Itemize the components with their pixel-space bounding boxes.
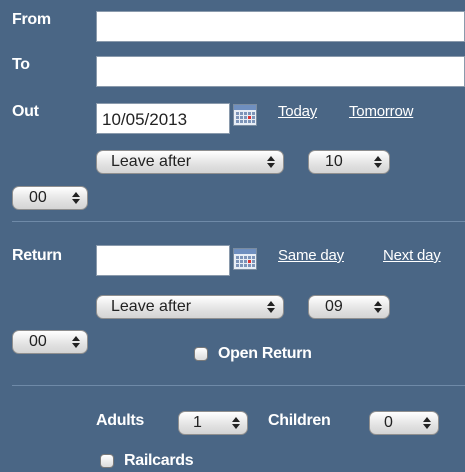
return-minute-select[interactable]: 00 bbox=[12, 330, 88, 354]
same-day-link[interactable]: Same day bbox=[278, 247, 344, 264]
up-down-arrows-icon bbox=[267, 301, 275, 313]
railcards-label: Railcards bbox=[124, 452, 194, 469]
out-minute-value: 00 bbox=[29, 189, 47, 206]
up-down-arrows-icon bbox=[232, 417, 240, 429]
from-input[interactable] bbox=[96, 11, 465, 42]
adults-select[interactable]: 1 bbox=[178, 411, 248, 435]
to-label: To bbox=[12, 56, 30, 73]
out-label: Out bbox=[12, 103, 39, 120]
out-minute-select[interactable]: 00 bbox=[12, 186, 88, 210]
to-input[interactable] bbox=[96, 56, 465, 87]
up-down-arrows-icon bbox=[374, 156, 382, 168]
next-day-link[interactable]: Next day bbox=[383, 247, 441, 264]
return-date-input[interactable] bbox=[96, 245, 230, 276]
out-time-mode-value: Leave after bbox=[111, 153, 192, 170]
up-down-arrows-icon bbox=[374, 301, 382, 313]
tomorrow-link[interactable]: Tomorrow bbox=[349, 103, 413, 120]
section-divider bbox=[12, 385, 465, 386]
return-time-mode-select[interactable]: Leave after bbox=[96, 295, 284, 319]
calendar-icon[interactable] bbox=[233, 104, 257, 126]
return-label: Return bbox=[12, 247, 62, 264]
railcards-checkbox[interactable] bbox=[100, 454, 114, 468]
from-label: From bbox=[12, 11, 51, 28]
up-down-arrows-icon bbox=[267, 156, 275, 168]
out-hour-select[interactable]: 10 bbox=[308, 150, 390, 174]
up-down-arrows-icon bbox=[72, 192, 80, 204]
adults-label: Adults bbox=[96, 412, 144, 429]
return-minute-value: 00 bbox=[29, 333, 47, 350]
adults-value: 1 bbox=[193, 414, 202, 431]
return-hour-value: 09 bbox=[325, 298, 343, 315]
open-return-label: Open Return bbox=[218, 345, 312, 362]
out-date-input[interactable] bbox=[96, 103, 230, 134]
today-link[interactable]: Today bbox=[278, 103, 317, 120]
return-hour-select[interactable]: 09 bbox=[308, 295, 390, 319]
children-select[interactable]: 0 bbox=[369, 411, 439, 435]
up-down-arrows-icon bbox=[72, 336, 80, 348]
section-divider bbox=[12, 221, 465, 222]
out-time-mode-select[interactable]: Leave after bbox=[96, 150, 284, 174]
children-label: Children bbox=[268, 412, 331, 429]
out-hour-value: 10 bbox=[325, 153, 343, 170]
children-value: 0 bbox=[384, 414, 393, 431]
return-time-mode-value: Leave after bbox=[111, 298, 192, 315]
up-down-arrows-icon bbox=[423, 417, 431, 429]
open-return-checkbox[interactable] bbox=[194, 347, 208, 361]
calendar-icon[interactable] bbox=[233, 248, 257, 270]
